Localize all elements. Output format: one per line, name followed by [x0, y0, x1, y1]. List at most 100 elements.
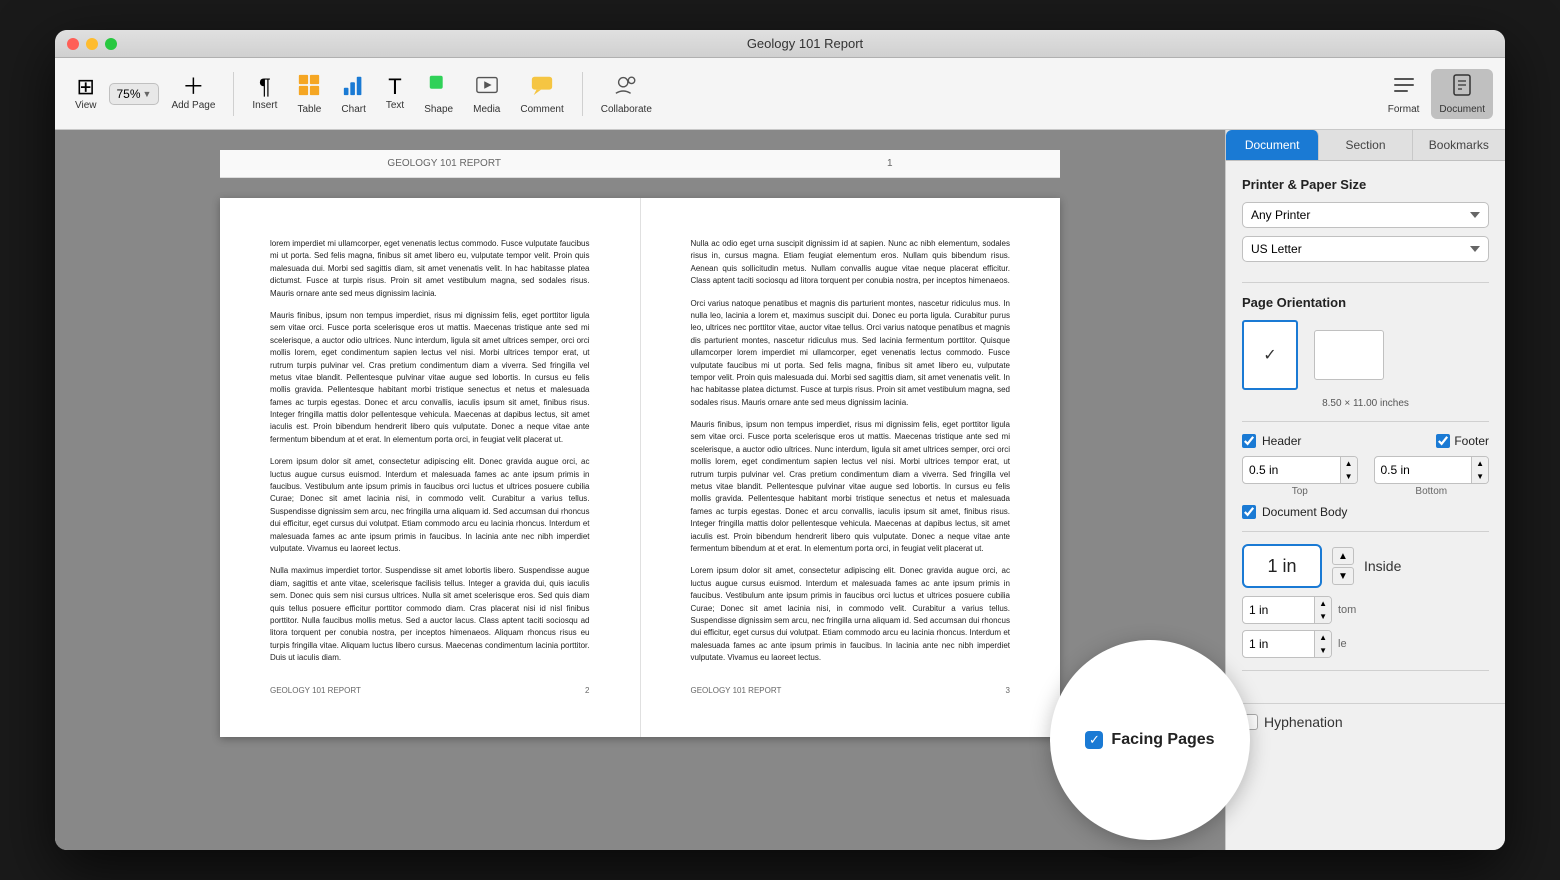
header-stepper-up[interactable]: ▲ — [1341, 457, 1357, 470]
right-margin-input[interactable] — [1243, 599, 1314, 621]
header-checkbox[interactable] — [1242, 434, 1256, 448]
tab-bookmarks[interactable]: Bookmarks — [1413, 130, 1505, 160]
title-bar: Geology 101 Report — [55, 30, 1505, 58]
format-button[interactable]: Format — [1380, 69, 1428, 119]
header-measure-item: ▲ ▼ Top — [1242, 456, 1358, 497]
footer-stepper-up[interactable]: ▲ — [1472, 457, 1488, 470]
view-button[interactable]: ⊞ View — [67, 72, 105, 115]
chart-label: Chart — [341, 104, 365, 115]
hyphenation-label: Hyphenation — [1264, 714, 1343, 730]
doc-body-label: Document Body — [1262, 505, 1347, 519]
document-label: Document — [1439, 104, 1485, 115]
right-para-2: Orci varius natoque penatibus et magnis … — [691, 298, 1011, 410]
orientation-boxes: ✓ — [1242, 320, 1489, 390]
maximize-button[interactable] — [105, 38, 117, 50]
page-spread: lorem imperdiet mi ullamcorper, eget ven… — [220, 198, 1060, 737]
media-icon — [475, 73, 499, 102]
right-margin-label: tom — [1338, 604, 1356, 616]
collaborate-button[interactable]: Collaborate — [593, 69, 660, 119]
mac-window: Geology 101 Report ⊞ View 75% ▼ ＋ Add Pa… — [55, 30, 1505, 850]
comment-label: Comment — [520, 104, 563, 115]
separator-3 — [1242, 531, 1489, 532]
printer-select[interactable]: Any Printer Letter Legal — [1242, 202, 1489, 228]
inside-stepper-down[interactable]: ▼ — [1332, 567, 1354, 585]
panel-tabs: Document Section Bookmarks — [1226, 130, 1505, 161]
portrait-orientation[interactable]: ✓ — [1242, 320, 1298, 390]
inside-stepper-up[interactable]: ▲ — [1332, 547, 1354, 565]
media-label: Media — [473, 104, 500, 115]
header-input[interactable] — [1243, 459, 1340, 481]
table-button[interactable]: Table — [289, 69, 329, 119]
left-para-4: Nulla maximus imperdiet tortor. Suspendi… — [270, 565, 590, 664]
comment-icon — [530, 73, 554, 102]
document-header-strip: GEOLOGY 101 REPORT 1 — [220, 150, 1060, 178]
paper-select[interactable]: US Letter A4 Legal — [1242, 236, 1489, 262]
media-button[interactable]: Media — [465, 69, 508, 119]
bottom-margin-up[interactable]: ▲ — [1315, 631, 1331, 644]
zoom-arrow-icon: ▼ — [143, 89, 152, 99]
minimize-button[interactable] — [86, 38, 98, 50]
zoom-value: 75% — [117, 87, 141, 101]
page-right-footer: GEOLOGY 101 REPORT 3 — [691, 685, 1011, 698]
footer-sublabel: Bottom — [1374, 486, 1490, 497]
header-checkbox-row: Header Footer — [1242, 434, 1489, 448]
orientation-check-icon: ✓ — [1263, 345, 1276, 365]
printer-size-section-title: Printer & Paper Size — [1242, 177, 1489, 192]
toolbar-separator-2 — [582, 72, 583, 116]
bottom-margin-input-row: ▲ ▼ — [1242, 630, 1332, 658]
add-page-button[interactable]: ＋ Add Page — [163, 72, 223, 115]
left-para-3: Lorem ipsum dolor sit amet, consectetur … — [270, 456, 590, 555]
document-icon — [1450, 73, 1474, 102]
inside-value-box[interactable]: 1 in — [1242, 544, 1322, 588]
doc-body-checkbox[interactable] — [1242, 505, 1256, 519]
window-title: Geology 101 Report — [117, 36, 1493, 51]
shape-icon — [427, 73, 451, 102]
footer-stepper-down[interactable]: ▼ — [1472, 470, 1488, 483]
orientation-dimensions: 8.50 × 11.00 inches — [1242, 398, 1489, 409]
view-icon: ⊞ — [77, 76, 95, 98]
page3-footer-text: GEOLOGY 101 REPORT — [691, 685, 782, 698]
document-button[interactable]: Document — [1431, 69, 1493, 119]
zoom-control[interactable]: 75% ▼ — [109, 83, 160, 105]
text-icon: T — [388, 76, 401, 98]
right-margin-up[interactable]: ▲ — [1315, 597, 1331, 610]
close-button[interactable] — [67, 38, 79, 50]
header-checkbox-label: Header — [1262, 434, 1301, 448]
shape-label: Shape — [424, 104, 453, 115]
footer-checkbox-label: Footer — [1454, 434, 1489, 448]
tab-section[interactable]: Section — [1319, 130, 1412, 160]
footer-input[interactable] — [1375, 459, 1472, 481]
text-button[interactable]: T Text — [378, 72, 412, 115]
header-footer-measure-group: ▲ ▼ Top ▲ ▼ — [1242, 456, 1489, 497]
view-label: View — [75, 100, 97, 111]
footer-measure-item: ▲ ▼ Bottom — [1374, 456, 1490, 497]
facing-pages-checkbox[interactable]: ✓ — [1085, 731, 1103, 749]
tab-document[interactable]: Document — [1226, 130, 1319, 160]
inside-margin-section: 1 in ▲ ▼ Inside — [1242, 544, 1489, 588]
insert-button[interactable]: ¶ Insert — [244, 72, 285, 115]
separator-4 — [1242, 670, 1489, 671]
left-para-2: Mauris finibus, ipsum non tempus imperdi… — [270, 310, 590, 446]
doc-body-checkbox-row: Document Body — [1242, 505, 1489, 519]
inside-stepper: ▲ ▼ — [1332, 547, 1354, 585]
bottom-margin-input[interactable] — [1243, 633, 1314, 655]
page3-number: 3 — [1006, 685, 1010, 698]
right-panel: Document Section Bookmarks Printer & Pap… — [1225, 130, 1505, 850]
footer-checkbox[interactable] — [1436, 434, 1450, 448]
separator-2 — [1242, 421, 1489, 422]
bottom-margin-down[interactable]: ▼ — [1315, 644, 1331, 657]
right-para-3: Mauris finibus, ipsum non tempus imperdi… — [691, 419, 1011, 555]
inside-label: Inside — [1364, 558, 1401, 574]
footer-input-row: ▲ ▼ — [1374, 456, 1490, 484]
chart-button[interactable]: Chart — [333, 69, 373, 119]
page-right-body: Nulla ac odio eget urna suscipit digniss… — [691, 238, 1011, 665]
comment-button[interactable]: Comment — [512, 69, 571, 119]
shape-button[interactable]: Shape — [416, 69, 461, 119]
header-stepper-down[interactable]: ▼ — [1341, 470, 1357, 483]
right-para-1: Nulla ac odio eget urna suscipit digniss… — [691, 238, 1011, 288]
landscape-orientation[interactable] — [1314, 330, 1384, 380]
page-right: Nulla ac odio eget urna suscipit digniss… — [641, 198, 1061, 737]
page-left-body: lorem imperdiet mi ullamcorper, eget ven… — [270, 238, 590, 665]
text-label: Text — [386, 100, 404, 111]
right-margin-down[interactable]: ▼ — [1315, 610, 1331, 623]
